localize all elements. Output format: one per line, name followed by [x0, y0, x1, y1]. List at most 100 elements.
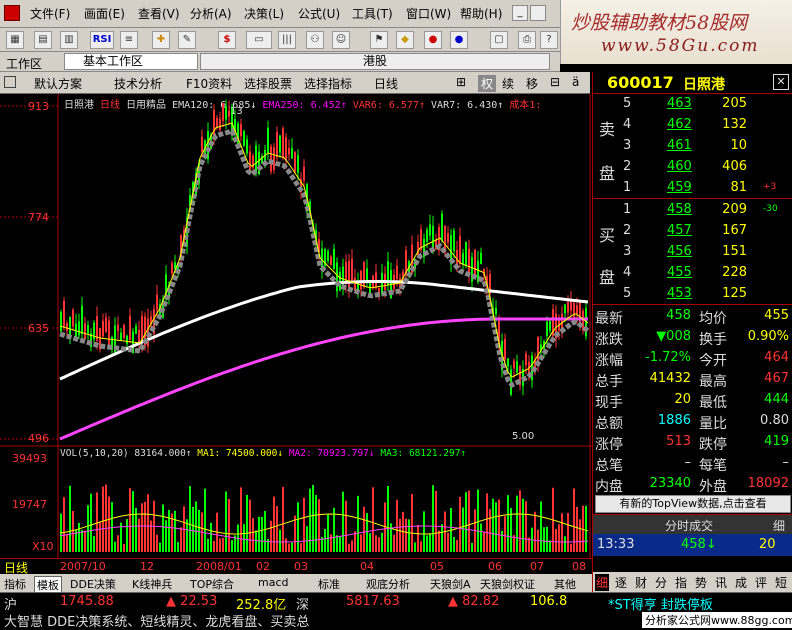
quote-label: 均价 [699, 311, 727, 327]
kline-chart[interactable]: 日照港 日线 日用精品 EMA120: 6.685↓ EMA250: 6.452… [0, 94, 592, 558]
trade-row: 13:33 458↓ 20 [593, 534, 792, 556]
sell-row[interactable]: 2 460 406 [593, 157, 792, 178]
rtab-news[interactable]: 讯 [715, 574, 727, 591]
buy-row[interactable]: 3 456 151 [593, 242, 792, 263]
chart-icon[interactable]: ▤ [34, 31, 52, 49]
tab-top[interactable]: TOP综合 [190, 576, 234, 592]
buy-price: 457 [667, 223, 692, 238]
pen-icon[interactable]: ✎ [178, 31, 196, 49]
date-tick: 05 [430, 560, 444, 573]
buy-price: 458 [667, 202, 692, 217]
window-box-icon[interactable] [4, 76, 16, 88]
help-icon[interactable]: ? [540, 31, 558, 49]
tab-bottom-analysis[interactable]: 观底分析 [366, 576, 410, 592]
sell-volume: 10 [730, 138, 747, 153]
tab-other[interactable]: 其他 [554, 576, 576, 592]
tab-default-scheme[interactable]: 默认方案 [34, 75, 82, 92]
collapse-icon[interactable]: ä [572, 75, 579, 89]
price-tick-774: 774 [28, 211, 49, 224]
crosshair-icon[interactable]: ✚ [152, 31, 170, 49]
buy-row[interactable]: 4 455 228 [593, 263, 792, 284]
quote-row: 涨跌 ▼008 换手 0.90% [593, 327, 792, 348]
menu-file[interactable]: 文件(F) [30, 5, 70, 22]
tab-indicator[interactable]: 指标 [4, 576, 26, 592]
printer-icon[interactable]: ⎙ [518, 31, 536, 49]
tab-continue[interactable]: 续 [502, 75, 514, 92]
tab-kline-god[interactable]: K线神兵 [132, 576, 172, 592]
pill-icon[interactable]: ● [424, 31, 442, 49]
buy-row[interactable]: 2 457 167 [593, 221, 792, 242]
bars-icon[interactable]: ||| [278, 31, 296, 49]
sell-price: 460 [667, 159, 692, 174]
layout-icon[interactable]: ⊞ [456, 75, 466, 89]
tab-dde[interactable]: DDE决策 [70, 576, 116, 592]
quote-row: 现手 20 最低 444 [593, 390, 792, 411]
tab-move[interactable]: 移 [526, 75, 538, 92]
minimize-button[interactable]: _ [512, 5, 528, 21]
list-icon[interactable]: ≡ [120, 31, 138, 49]
menu-decision[interactable]: 决策(L) [244, 5, 284, 22]
split-icon[interactable]: ⊟ [550, 75, 560, 89]
grid-icon[interactable]: ▦ [6, 31, 24, 49]
sell-volume: 205 [722, 96, 747, 111]
diamond-icon[interactable]: ◆ [396, 31, 414, 49]
app-icon[interactable] [4, 5, 20, 21]
ad-line[interactable]: 大智慧 DDE决策系统、短线精灵、龙虎看盘、买卖总 [4, 611, 309, 630]
tab-standard[interactable]: 标准 [318, 576, 340, 592]
tab-tianlang-a[interactable]: 天狼剑A [430, 576, 471, 592]
flag-icon[interactable]: ⚑ [370, 31, 388, 49]
rtab-review[interactable]: 评 [755, 574, 767, 591]
tab-daily[interactable]: 日线 [374, 75, 398, 92]
window-icon[interactable]: ▢ [490, 31, 508, 49]
tab-select-stock[interactable]: 选择股票 [244, 75, 292, 92]
rtab-trend[interactable]: 势 [695, 574, 707, 591]
people-icon[interactable]: ☺ [332, 31, 350, 49]
rtab-minute[interactable]: 分 [655, 574, 667, 591]
rtab-finance[interactable]: 财 [635, 574, 647, 591]
buy-row[interactable]: 5 453 125 [593, 284, 792, 305]
sell-row[interactable]: 1 459 81 +3 [593, 178, 792, 199]
tab-select-indicator[interactable]: 选择指标 [304, 75, 352, 92]
sell-row[interactable]: 5 463 205 [593, 94, 792, 115]
topview-button[interactable]: 有新的TopView数据,点击查看 [595, 495, 791, 513]
rsi-icon[interactable]: RSI [90, 31, 114, 49]
tab-tianlang-warrant[interactable]: 天狼剑权证 [480, 576, 535, 592]
tab-f10[interactable]: F10资料 [186, 75, 232, 92]
dollar-icon[interactable]: $ [218, 31, 236, 49]
menu-analysis[interactable]: 分析(A) [190, 5, 232, 22]
tab-technical-analysis[interactable]: 技术分析 [114, 75, 162, 92]
menu-view[interactable]: 查看(V) [138, 5, 180, 22]
menu-view-screen[interactable]: 画面(E) [84, 5, 125, 22]
rtab-short[interactable]: 短 [775, 574, 787, 591]
quote-label: 量比 [699, 416, 727, 432]
buy-row[interactable]: 1 458 209 -30 [593, 200, 792, 221]
binoculars-icon[interactable]: ⚇ [306, 31, 324, 49]
quote-row: 总手 41432 最高 467 [593, 369, 792, 390]
tab-rights[interactable]: 权 [478, 75, 497, 92]
rtab-index[interactable]: 指 [675, 574, 687, 591]
detail-tab[interactable]: 细 [773, 517, 785, 534]
report-icon[interactable]: ▥ [60, 31, 78, 49]
close-icon[interactable]: ✕ [773, 74, 789, 90]
rtab-deal[interactable]: 成 [735, 574, 747, 591]
buy-level: 5 [623, 286, 632, 301]
quote-value: 1886 [657, 413, 691, 428]
menu-tools[interactable]: 工具(T) [352, 5, 393, 22]
menu-formula[interactable]: 公式(U) [298, 5, 340, 22]
sell-row[interactable]: 3 461 10 [593, 136, 792, 157]
rtab-detail[interactable]: 细 [595, 574, 610, 591]
menu-window[interactable]: 窗口(W) [406, 5, 451, 22]
menu-help[interactable]: 帮助(H) [460, 5, 502, 22]
restore-button[interactable] [530, 5, 546, 21]
capsule-icon[interactable]: ● [450, 31, 468, 49]
work-area-title[interactable]: 港股 [200, 53, 550, 70]
quote-value: 23340 [649, 476, 691, 491]
sell-row[interactable]: 4 462 132 [593, 115, 792, 136]
work-area-dropdown[interactable]: 基本工作区 [64, 53, 198, 70]
work-area-label: 工作区 [6, 57, 43, 71]
sell-price: 461 [667, 138, 692, 153]
tab-macd[interactable]: macd [258, 576, 289, 589]
rtab-tick[interactable]: 逐 [615, 574, 627, 591]
news-ticker[interactable]: *ST得亨 封跌停板 [608, 594, 713, 613]
money-icon[interactable]: ▭ [246, 31, 272, 49]
